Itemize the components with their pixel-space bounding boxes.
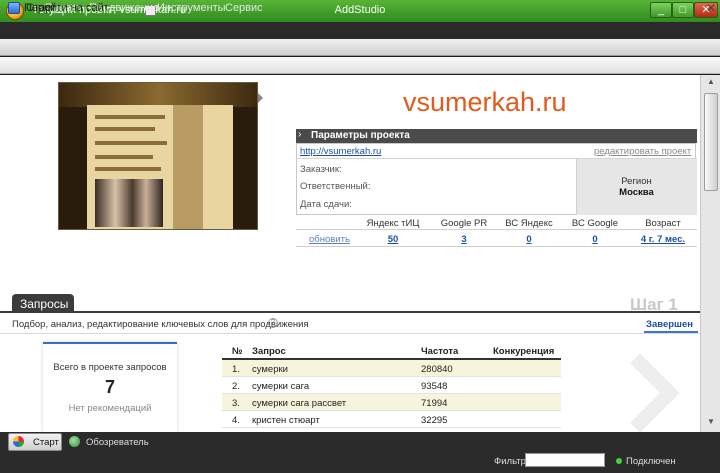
screenshot-photo bbox=[95, 179, 163, 227]
row-number: 4. bbox=[232, 415, 240, 426]
help-icon[interactable]: ? bbox=[268, 318, 278, 328]
region-label: Регион bbox=[621, 176, 652, 187]
row-query: кристен стюарт bbox=[252, 415, 320, 426]
status-bar bbox=[0, 451, 720, 473]
goto-site-button[interactable]: Перейти на сайт bbox=[24, 2, 109, 14]
menu-service[interactable]: Сервис bbox=[225, 2, 263, 14]
site-title: vsumerkah.ru bbox=[403, 87, 567, 117]
menu-bar bbox=[0, 22, 720, 39]
filter-input[interactable] bbox=[525, 453, 605, 467]
scroll-up-icon[interactable]: ▲ bbox=[704, 77, 718, 89]
recommendations-label: Нет рекомендаций bbox=[68, 403, 152, 414]
column-query: Запрос bbox=[252, 346, 286, 357]
step-status[interactable]: Завершен bbox=[646, 319, 693, 330]
table-row[interactable]: 1. сумерки 280840 bbox=[222, 360, 561, 377]
row-frequency: 71994 bbox=[421, 398, 448, 409]
screenshot-arrow-icon bbox=[258, 93, 263, 103]
divider bbox=[0, 333, 700, 334]
column-number: № bbox=[232, 346, 243, 357]
row-frequency: 280840 bbox=[421, 364, 453, 375]
row-query: сумерки bbox=[252, 364, 288, 375]
vertical-scrollbar[interactable]: ▲ ▼ bbox=[700, 75, 720, 432]
screenshot-line bbox=[95, 127, 155, 131]
minimize-button[interactable]: _ bbox=[650, 2, 672, 18]
site-url-link[interactable]: http://vsumerkah.ru bbox=[300, 146, 381, 157]
metric-value-age[interactable]: 4 г. 7 мес. bbox=[628, 234, 698, 245]
column-competition: Конкуренция bbox=[493, 346, 555, 357]
scroll-thumb[interactable] bbox=[704, 93, 718, 191]
queries-tab-label: Запросы bbox=[20, 297, 69, 311]
bottom-tab-start-label[interactable]: Старт bbox=[33, 437, 59, 448]
queries-description: Подбор, анализ, редактирование ключевых … bbox=[12, 319, 309, 330]
metric-value-bl-yandex[interactable]: 0 bbox=[494, 234, 564, 245]
region-value: Москва bbox=[619, 187, 654, 198]
total-queries-value: 7 bbox=[104, 377, 115, 397]
table-row[interactable]: 2. сумерки сага 93548 bbox=[222, 377, 561, 394]
next-step-chevron-icon[interactable] bbox=[600, 353, 680, 432]
bottom-tab-browser[interactable]: Обозреватель bbox=[86, 437, 149, 448]
row-number: 2. bbox=[232, 381, 240, 392]
screenshot-header bbox=[59, 83, 257, 107]
row-frequency: 32295 bbox=[421, 415, 448, 426]
metric-label-bl-google: ВС Google bbox=[571, 218, 619, 229]
filter-label: Фильтр: bbox=[494, 456, 529, 467]
table-row[interactable]: 3. сумерки сага рассвет 71994 bbox=[222, 394, 561, 411]
edit-project-link[interactable]: редактировать проект bbox=[594, 146, 691, 157]
row-number: 3. bbox=[232, 398, 240, 409]
screenshot-line bbox=[95, 141, 167, 145]
site-screenshot bbox=[58, 82, 258, 230]
scroll-down-icon[interactable]: ▼ bbox=[704, 417, 718, 429]
chevron-right-icon: › bbox=[298, 129, 302, 140]
screenshot-line bbox=[95, 115, 165, 119]
tab-strip bbox=[0, 39, 720, 56]
metric-label-tic: Яндекс тИЦ bbox=[366, 218, 420, 229]
row-number: 1. bbox=[232, 364, 240, 375]
screenshot-sidebar bbox=[173, 105, 203, 229]
metric-value-pr[interactable]: 3 bbox=[429, 234, 499, 245]
params-title: Параметры проекта bbox=[311, 130, 410, 141]
metric-value-tic[interactable]: 50 bbox=[358, 234, 428, 245]
section-divider bbox=[0, 311, 700, 313]
row-frequency: 93548 bbox=[421, 381, 448, 392]
connection-status: Подключен bbox=[626, 456, 676, 467]
metric-value-bl-google[interactable]: 0 bbox=[560, 234, 630, 245]
menu-tools[interactable]: Инструменты bbox=[157, 2, 226, 14]
row-query: сумерки сага рассвет bbox=[252, 398, 347, 409]
screenshot-line bbox=[95, 155, 153, 159]
start-icon bbox=[13, 436, 24, 447]
row-query: сумерки сага bbox=[252, 381, 310, 392]
divider bbox=[296, 246, 697, 247]
screenshot-line bbox=[95, 167, 161, 171]
due-date-label: Дата сдачи: bbox=[300, 199, 352, 210]
metric-label-bl-yandex: ВС Яндекс bbox=[505, 218, 553, 229]
main-content: vsumerkah.ru › Параметры проекта http://… bbox=[0, 75, 700, 432]
toolbar bbox=[0, 57, 720, 74]
table-row[interactable]: 4. кристен стюарт 32295 bbox=[222, 411, 561, 428]
maximize-button[interactable]: □ bbox=[672, 2, 694, 18]
column-frequency: Частота bbox=[421, 346, 459, 357]
metric-label-age: Возраст bbox=[645, 218, 681, 229]
total-queries-label: Всего в проекте запросов bbox=[53, 362, 167, 373]
divider bbox=[296, 229, 697, 230]
responsible-label: Ответственный: bbox=[300, 181, 371, 192]
status-indicator-icon bbox=[616, 458, 622, 464]
step-label: Шаг 1 bbox=[630, 295, 678, 314]
browser-icon bbox=[69, 436, 80, 447]
tab-close-icon[interactable]: ✕ bbox=[706, 1, 716, 15]
metric-label-pr: Google PR bbox=[440, 218, 488, 229]
customer-label: Заказчик: bbox=[300, 164, 342, 175]
refresh-link[interactable]: обновить bbox=[309, 234, 350, 245]
goto-site-icon[interactable] bbox=[8, 2, 20, 14]
